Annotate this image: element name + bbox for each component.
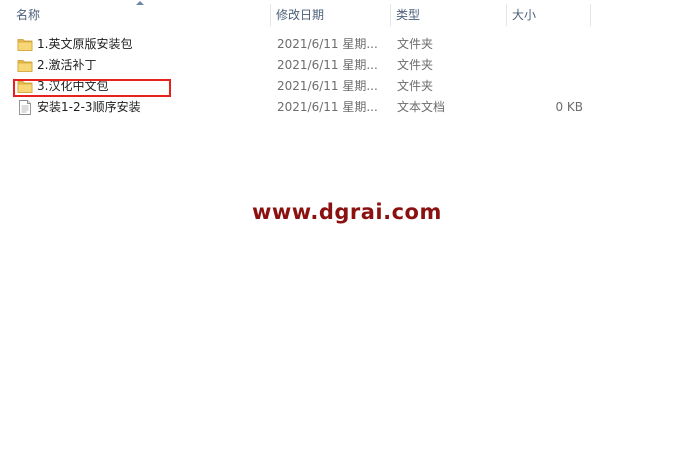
column-header-date[interactable]: 修改日期 (270, 0, 390, 30)
sort-ascending-icon (136, 1, 144, 5)
file-row-english-installer[interactable]: 1.英文原版安装包 2021/6/11 星期... 文件夹 (0, 34, 673, 55)
file-list: 1.英文原版安装包 2021/6/11 星期... 文件夹 2.激活补丁 202… (0, 34, 673, 118)
file-size (506, 55, 583, 76)
column-header-size[interactable]: 大小 (506, 0, 590, 30)
file-size (506, 76, 583, 97)
file-name: 1.英文原版安装包 (37, 37, 133, 51)
file-type: 文件夹 (397, 58, 434, 72)
file-type: 文件夹 (397, 37, 434, 51)
column-divider[interactable] (590, 4, 591, 26)
file-date: 2021/6/11 星期... (277, 100, 378, 114)
file-type: 文本文档 (397, 100, 446, 114)
file-name: 2.激活补丁 (37, 58, 97, 72)
file-explorer-window: 名称 修改日期 类型 大小 1.英文原版安装包 2021/6/11 星期... … (0, 0, 673, 449)
text-document-icon (19, 100, 31, 115)
file-size: 0 KB (555, 100, 583, 114)
file-date: 2021/6/11 星期... (277, 58, 378, 72)
column-header-type[interactable]: 类型 (390, 0, 506, 30)
column-header-bar: 名称 修改日期 类型 大小 (0, 0, 673, 30)
highlight-annotation-box (13, 79, 171, 97)
file-row-activation-patch[interactable]: 2.激活补丁 2021/6/11 星期... 文件夹 (0, 55, 673, 76)
folder-icon (17, 39, 33, 51)
folder-icon (17, 60, 33, 72)
file-name: 安装1-2-3顺序安装 (37, 100, 141, 114)
file-type: 文件夹 (397, 79, 434, 93)
watermark-text: www.dgrai.com (252, 200, 442, 224)
file-date: 2021/6/11 星期... (277, 37, 378, 51)
file-row-install-order-text[interactable]: 安装1-2-3顺序安装 2021/6/11 星期... 文本文档 0 KB (0, 97, 673, 118)
file-date: 2021/6/11 星期... (277, 79, 378, 93)
file-size (506, 34, 583, 55)
